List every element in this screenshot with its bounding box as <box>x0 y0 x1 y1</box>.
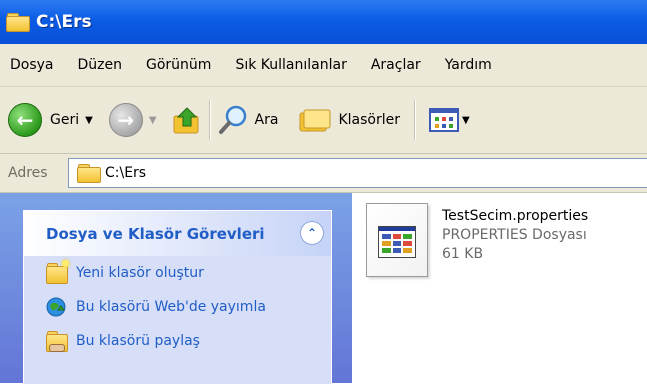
tasks-panel-header[interactable]: Dosya ve Klasör Görevleri ⌃ <box>24 211 331 256</box>
collapse-chevron-icon[interactable]: ⌃ <box>300 221 324 245</box>
views-dropdown-icon[interactable]: ▼ <box>462 115 470 126</box>
search-label: Ara <box>254 112 279 128</box>
share-folder-icon <box>46 331 68 352</box>
folder-up-icon <box>173 107 199 134</box>
up-button[interactable] <box>171 104 203 136</box>
menu-dosya[interactable]: Dosya <box>0 57 66 73</box>
search-button[interactable]: Ara <box>217 104 279 136</box>
toolbar-separator <box>208 100 211 140</box>
menu-araclar[interactable]: Araçlar <box>359 57 433 73</box>
toolbar: ← Geri ▼ → ▼ Ara Klasörler ▼ <box>0 87 647 154</box>
file-size: 61 KB <box>442 246 484 262</box>
file-list-pane: TestSecim.properties PROPERTIES Dosyası … <box>352 193 647 383</box>
toolbar-separator <box>413 100 416 140</box>
back-label: Geri <box>50 112 80 128</box>
task-label: Bu klasörü paylaş <box>76 333 200 349</box>
file-folder-tasks-panel: Dosya ve Klasör Görevleri ⌃ Yeni klasör … <box>23 210 332 384</box>
address-path: C:\Ers <box>105 165 147 181</box>
folders-button[interactable]: Klasörler <box>298 105 400 135</box>
views-button[interactable]: ▼ <box>428 106 470 134</box>
file-item[interactable]: TestSecim.properties PROPERTIES Dosyası … <box>366 203 588 277</box>
menu-sik-kullanilanlar[interactable]: Sık Kullanılanlar <box>223 57 358 73</box>
search-icon <box>218 105 246 134</box>
forward-arrow-icon: → <box>108 103 143 137</box>
menu-duzen[interactable]: Düzen <box>66 57 135 73</box>
folder-icon <box>6 13 30 33</box>
forward-button[interactable]: → ▼ <box>108 103 157 137</box>
task-publish-web[interactable]: Bu klasörü Web'de yayımla <box>46 290 331 324</box>
back-button[interactable]: ← Geri ▼ <box>8 103 93 137</box>
menu-bar: Dosya Düzen Görünüm Sık Kullanılanlar Ar… <box>0 44 647 87</box>
back-arrow-icon: ← <box>8 103 42 137</box>
forward-dropdown-icon[interactable]: ▼ <box>149 115 157 126</box>
task-new-folder[interactable]: Yeni klasör oluştur <box>46 256 331 290</box>
folders-icon <box>299 109 331 132</box>
new-folder-icon <box>46 260 69 284</box>
title-bar: C:\Ers <box>0 0 647 44</box>
task-label: Bu klasörü Web'de yayımla <box>76 299 266 315</box>
properties-file-icon <box>366 203 428 277</box>
file-name: TestSecim.properties <box>442 208 589 224</box>
tasks-panel-title: Dosya ve Klasör Görevleri <box>46 224 265 243</box>
folder-icon <box>77 164 101 184</box>
folders-label: Klasörler <box>338 112 400 128</box>
left-task-pane: Dosya ve Klasör Görevleri ⌃ Yeni klasör … <box>0 193 352 384</box>
address-field[interactable]: C:\Ers <box>68 158 647 188</box>
views-icon <box>428 108 459 132</box>
menu-gorunum[interactable]: Görünüm <box>134 57 223 73</box>
menu-yardim[interactable]: Yardım <box>433 57 504 73</box>
task-label: Yeni klasör oluştur <box>76 265 204 281</box>
address-label: Adres <box>8 165 48 181</box>
task-share-folder[interactable]: Bu klasörü paylaş <box>46 324 331 358</box>
window-title: C:\Ers <box>36 12 92 32</box>
publish-web-icon <box>46 297 66 317</box>
back-dropdown-icon[interactable]: ▼ <box>85 115 93 126</box>
file-type: PROPERTIES Dosyası <box>442 227 587 243</box>
address-bar: Adres C:\Ers <box>0 154 647 193</box>
